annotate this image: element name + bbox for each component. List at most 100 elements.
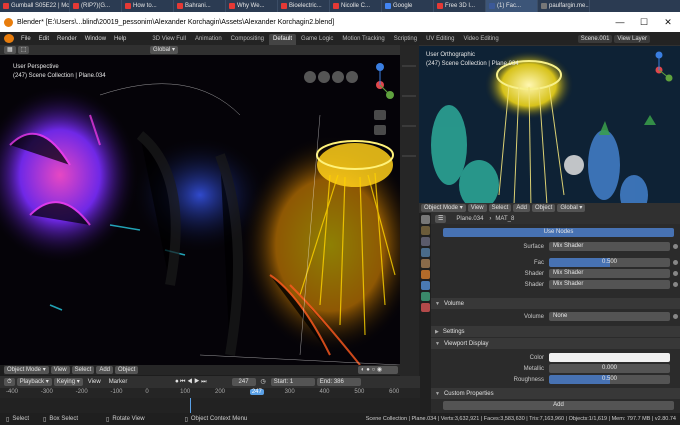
minimize-button[interactable]: — xyxy=(608,12,632,32)
view-layer-selector[interactable]: View Layer xyxy=(614,34,650,43)
right-orientation-dropdown[interactable]: Global ▾ xyxy=(557,204,586,212)
left-menu-view[interactable]: View xyxy=(50,366,70,374)
status-rotate-view: Rotate View xyxy=(112,416,145,422)
material-tab-icon[interactable] xyxy=(420,303,430,312)
right-3d-viewport[interactable]: User Orthographic (247) Scene Collection… xyxy=(419,45,680,213)
right-menu-object[interactable]: Object xyxy=(532,204,556,212)
output-tab-icon[interactable] xyxy=(420,237,430,246)
left-menu-object[interactable]: Object xyxy=(115,366,139,374)
tab-favicon-icon xyxy=(125,3,131,9)
metallic-slider[interactable]: 0.000 xyxy=(549,364,670,373)
menu-window[interactable]: Window xyxy=(81,36,110,42)
playback-menu[interactable]: Playback ▾ xyxy=(16,378,52,386)
current-frame-marker: 247 xyxy=(249,389,264,395)
object-tab-icon[interactable] xyxy=(420,270,430,279)
roughness-slider-fill xyxy=(549,375,610,384)
browser-tab[interactable]: How to... xyxy=(122,0,174,12)
workspace-tab[interactable]: Compositing xyxy=(227,34,268,45)
workspace-tab[interactable]: Default xyxy=(269,34,297,45)
current-frame-field[interactable]: 247 xyxy=(231,378,256,386)
browser-tab[interactable]: paulfargin.me... xyxy=(538,0,590,12)
modifier-tab-icon[interactable] xyxy=(420,281,430,290)
browser-tab[interactable]: Bahrani... xyxy=(174,0,226,12)
browser-tab[interactable]: Why We... xyxy=(226,0,278,12)
view-layer-tab-icon[interactable] xyxy=(420,248,430,257)
right-menu-select[interactable]: Select xyxy=(488,204,512,212)
workspace-tab[interactable]: 3D View Full xyxy=(148,34,190,45)
tab-favicon-icon xyxy=(541,3,547,9)
left-menu-add[interactable]: Add xyxy=(96,366,113,374)
browser-tab[interactable]: Free 3D I... xyxy=(434,0,486,12)
left-3d-viewport[interactable]: ▦ ⬚ Global ▾ User Perspective (247) Scen… xyxy=(0,45,400,376)
menu-file[interactable]: File xyxy=(17,36,35,42)
browser-tab[interactable]: Bioelectric... xyxy=(278,0,330,12)
right-menu-view[interactable]: View xyxy=(467,204,487,212)
browser-tab-label: How to... xyxy=(133,3,157,9)
status-box-select: Box Select xyxy=(49,416,78,422)
timeline-ruler[interactable]: -400 -300 -200 -100 0 100 200 247 300 400 500 600 xyxy=(0,388,420,398)
workspace-tab[interactable]: Video Editing xyxy=(459,34,502,45)
maximize-button[interactable]: ☐ xyxy=(632,12,656,32)
color-swatch[interactable] xyxy=(549,353,670,362)
left-shading-buttons[interactable]: ◐ ● ○ ◉ xyxy=(358,366,398,374)
browser-tab[interactable]: Gumball S05E22 | Mcmc xyxy=(0,0,70,12)
workspace-tab[interactable]: Scripting xyxy=(390,34,421,45)
left-menu-select[interactable]: Select xyxy=(71,366,95,374)
use-nodes-button[interactable]: Use Nodes xyxy=(443,228,674,237)
right-object-mode-dropdown[interactable]: Object Mode ▾ xyxy=(421,204,466,212)
timeline-editor-type-button[interactable]: ⏱ xyxy=(4,378,15,386)
volume-section-header[interactable]: ▼ Volume xyxy=(431,298,680,309)
add-property-button[interactable]: Add xyxy=(443,401,674,410)
left-object-mode-dropdown[interactable]: Object Mode ▾ xyxy=(4,366,49,374)
playback-controls[interactable]: ⏺ ⏮ ◀ ▶ ⏭ xyxy=(172,378,209,386)
right-menu-add[interactable]: Add xyxy=(513,204,530,212)
end-frame-field[interactable]: End: 386 xyxy=(316,378,361,386)
keying-menu[interactable]: Keying ▾ xyxy=(53,378,83,386)
workspace-tab[interactable]: UV Editing xyxy=(422,34,458,45)
browser-tab[interactable]: Nicolle C... xyxy=(330,0,382,12)
scene-tab-icon[interactable] xyxy=(420,259,430,268)
browser-tab[interactable]: (RIP?)(G... xyxy=(70,0,122,12)
render-tab-icon[interactable] xyxy=(420,226,430,235)
start-frame-field[interactable]: Start: 1 xyxy=(270,378,315,386)
volume-field[interactable]: None xyxy=(549,312,670,321)
workspace-tab[interactable]: Animation xyxy=(191,34,226,45)
orientation-dropdown[interactable]: Global ▾ xyxy=(149,46,178,54)
browser-tab[interactable]: (1) Fac... xyxy=(486,0,538,12)
editor-type-button[interactable]: ▦ xyxy=(4,46,16,54)
left-collection-label: (247) Scene Collection | Plane.034 xyxy=(13,73,106,79)
close-button[interactable]: ✕ xyxy=(656,12,680,32)
menu-render[interactable]: Render xyxy=(53,36,81,42)
timeline-marker-menu[interactable]: Marker xyxy=(106,378,131,386)
timeline-track-area[interactable] xyxy=(0,398,420,414)
settings-section-header[interactable]: ▶ Settings xyxy=(431,326,680,337)
properties-editor-type-button[interactable]: ☰ xyxy=(435,214,447,223)
menu-edit[interactable]: Edit xyxy=(35,36,53,42)
blender-menu-icon[interactable] xyxy=(4,34,14,43)
shader2-field[interactable]: Mix Shader xyxy=(549,280,670,289)
browser-tab-label: Nicolle C... xyxy=(341,3,371,9)
status-bar: ▯ Select ▯ Box Select ▯ Rotate View ▯ Ob… xyxy=(0,413,680,425)
viewport-display-section-header[interactable]: ▼ Viewport Display xyxy=(431,338,680,349)
workspace-tab[interactable]: Game Logic xyxy=(297,34,337,45)
collapse-arrow-icon: ▶ xyxy=(435,328,439,335)
surface-shader-field[interactable]: Mix Shader xyxy=(549,242,670,251)
shader1-field[interactable]: Mix Shader xyxy=(549,269,670,278)
workspace-tab[interactable]: Motion Tracking xyxy=(338,34,388,45)
tool-tab-icon[interactable] xyxy=(420,215,430,224)
scene-selector[interactable]: Scene.001 xyxy=(577,34,613,43)
menu-help[interactable]: Help xyxy=(110,36,130,42)
tab-favicon-icon xyxy=(281,3,287,9)
timeline-view-menu[interactable]: View xyxy=(85,378,104,386)
physics-tab-icon[interactable] xyxy=(420,292,430,301)
roughness-label: Roughness xyxy=(513,376,544,383)
mouse-right-icon: ▯ xyxy=(184,416,188,423)
custom-properties-section-header[interactable]: ▼ Custom Properties xyxy=(431,388,680,399)
roughness-slider[interactable]: 0.500 xyxy=(549,375,670,384)
fac-slider[interactable]: 0.500 xyxy=(549,258,670,267)
browser-tab[interactable]: Google xyxy=(382,0,434,12)
right-viewport-footer: Object Mode ▾ View Select Add Object Glo… xyxy=(419,203,680,213)
select-tool-button[interactable]: ⬚ xyxy=(17,46,30,54)
main-menu-bar: File Edit Render Window Help 3D View Ful… xyxy=(0,32,680,45)
clock-icon[interactable]: ◷ xyxy=(258,378,269,386)
